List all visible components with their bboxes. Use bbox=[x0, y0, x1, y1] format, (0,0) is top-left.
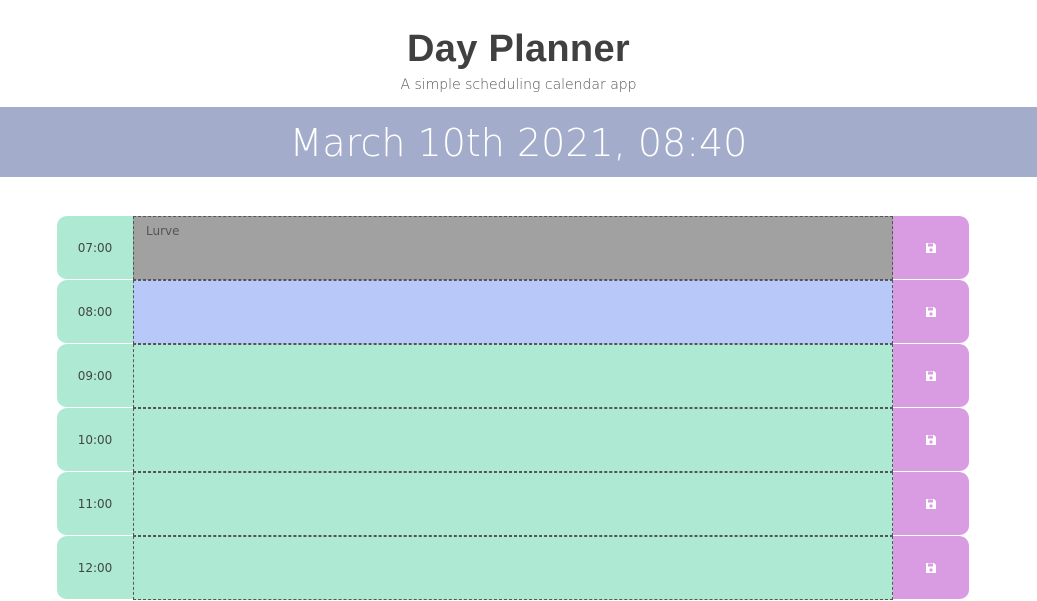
save-icon bbox=[926, 434, 936, 445]
event-textarea[interactable] bbox=[133, 408, 893, 472]
save-button[interactable] bbox=[893, 216, 969, 280]
time-block-row: 09:00 bbox=[57, 344, 969, 408]
time-block-row: 07:00 Lurve bbox=[57, 216, 969, 280]
hour-label: 12:00 bbox=[57, 536, 133, 600]
event-textarea[interactable]: Lurve bbox=[133, 216, 893, 280]
hour-label: 10:00 bbox=[57, 408, 133, 472]
time-block-row: 12:00 bbox=[57, 536, 969, 600]
event-textarea[interactable] bbox=[133, 280, 893, 344]
current-date-bar: March 10th 2021, 08:40 bbox=[0, 107, 1037, 177]
page-subtitle: A simple scheduling calendar app bbox=[400, 77, 637, 93]
page-title: Day Planner bbox=[407, 28, 630, 70]
planner: 07:00 Lurve 08:00 09:00 10:00 11:00 12:0… bbox=[57, 216, 969, 600]
save-button[interactable] bbox=[893, 280, 969, 344]
hour-label: 09:00 bbox=[57, 344, 133, 408]
hour-label: 11:00 bbox=[57, 472, 133, 536]
event-textarea[interactable] bbox=[133, 536, 893, 600]
time-block-row: 08:00 bbox=[57, 280, 969, 344]
time-block-row: 11:00 bbox=[57, 472, 969, 536]
hour-label: 07:00 bbox=[57, 216, 133, 280]
save-icon bbox=[926, 562, 936, 573]
page-header: Day Planner A simple scheduling calendar… bbox=[0, 0, 1037, 107]
save-icon bbox=[926, 370, 936, 381]
save-button[interactable] bbox=[893, 536, 969, 600]
current-date: March 10th 2021, 08:40 bbox=[289, 121, 748, 165]
save-button[interactable] bbox=[893, 408, 969, 472]
save-button[interactable] bbox=[893, 472, 969, 536]
time-block-row: 10:00 bbox=[57, 408, 969, 472]
save-icon bbox=[926, 498, 936, 509]
save-button[interactable] bbox=[893, 344, 969, 408]
event-text: Lurve bbox=[146, 224, 180, 238]
save-icon bbox=[926, 306, 936, 317]
event-textarea[interactable] bbox=[133, 344, 893, 408]
event-textarea[interactable] bbox=[133, 472, 893, 536]
hour-label: 08:00 bbox=[57, 280, 133, 344]
save-icon bbox=[926, 242, 936, 253]
